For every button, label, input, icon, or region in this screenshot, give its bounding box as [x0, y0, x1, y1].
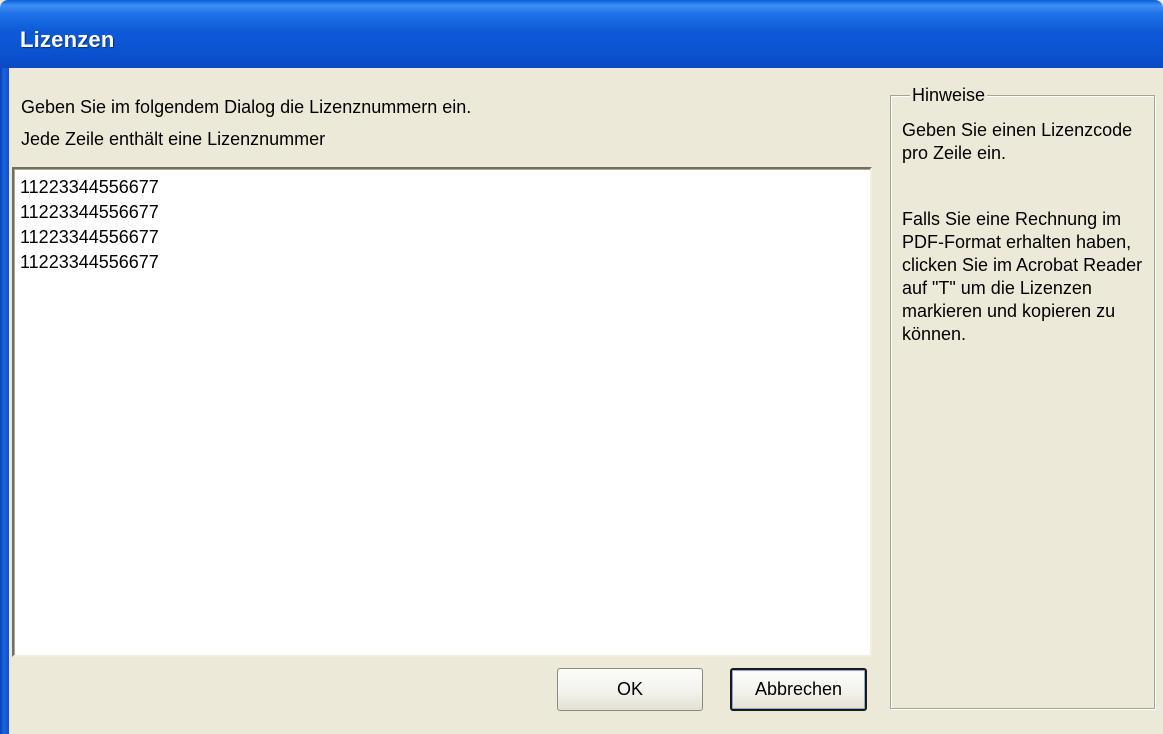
license-line-3: 11223344556677: [20, 227, 159, 247]
hints-groupbox: Hinweise Geben Sie einen Lizenzcode pro …: [890, 84, 1155, 709]
window-title: Lizenzen: [20, 27, 115, 52]
cancel-button[interactable]: Abbrechen: [730, 668, 867, 711]
hint-paragraph-1: Geben Sie einen Lizenzcode pro Zeile ein…: [902, 120, 1133, 163]
license-line-1: 11223344556677: [20, 177, 159, 197]
hints-legend: Hinweise: [910, 84, 988, 106]
license-dialog: Lizenzen Geben Sie im folgendem Dialog d…: [0, 0, 1163, 734]
license-line-4: 11223344556677: [20, 252, 159, 272]
dialog-client-area: Geben Sie im folgendem Dialog die Lizenz…: [9, 68, 1163, 734]
ok-button[interactable]: OK: [557, 668, 703, 711]
title-bar[interactable]: Lizenzen: [0, 0, 1163, 68]
window-frame-left: [0, 68, 9, 734]
instruction-text-1: Geben Sie im folgendem Dialog die Lizenz…: [21, 97, 472, 117]
license-line-2: 11223344556677: [20, 202, 159, 222]
license-numbers-textarea[interactable]: 11223344556677 11223344556677 1122334455…: [12, 167, 872, 657]
hint-paragraph-2: Falls Sie eine Rechnung im PDF-Format er…: [902, 209, 1143, 344]
instruction-text-2: Jede Zeile enthält eine Lizenznummer: [21, 129, 326, 149]
